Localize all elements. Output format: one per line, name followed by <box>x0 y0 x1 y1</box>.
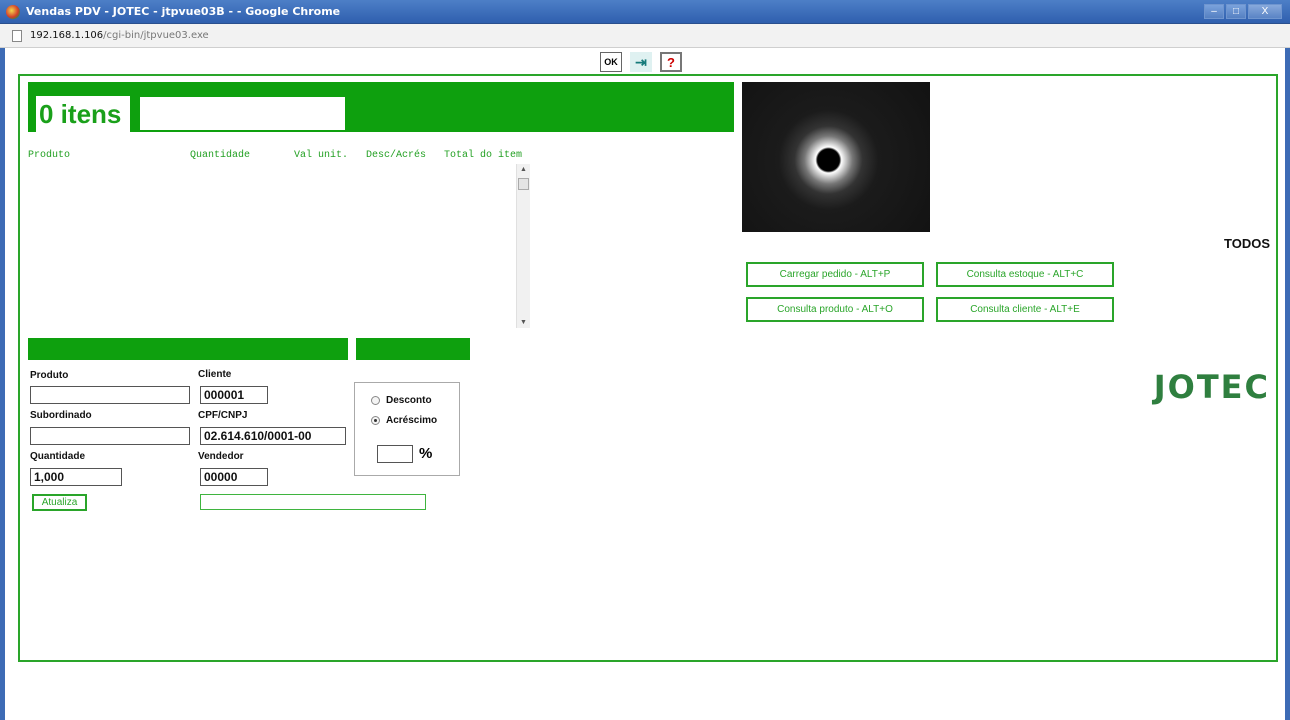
scroll-up-icon[interactable]: ▲ <box>520 166 527 173</box>
window-titlebar: Vendas PDV - JOTEC - jtpvue03B - - Googl… <box>0 0 1290 24</box>
cliente-label: Cliente <box>198 369 232 380</box>
vendedor-input[interactable]: 00000 <box>200 468 268 486</box>
acrescimo-label: Acréscimo <box>386 415 438 426</box>
ok-icon[interactable]: OK <box>600 52 622 72</box>
cpf-cnpj-label: CPF/CNPJ <box>198 410 248 421</box>
cliente-input[interactable]: 000001 <box>200 386 268 404</box>
consulta-estoque-button[interactable]: Consulta estoque - ALT+C <box>936 262 1114 287</box>
produto-input[interactable] <box>30 386 190 404</box>
column-total: Total do item <box>444 150 523 161</box>
cpf-cnpj-input[interactable]: 02.614.610/0001-00 <box>200 427 346 445</box>
subordinado-input[interactable] <box>30 427 190 445</box>
minimize-button[interactable]: – <box>1204 4 1224 19</box>
exit-icon[interactable]: ⇥ <box>630 52 652 72</box>
column-val-unit: Val unit. <box>294 150 349 161</box>
window-controls: – □ X <box>1204 4 1282 19</box>
items-scrollbar[interactable]: ▲ ▼ <box>516 164 530 328</box>
toolbar: OK ⇥ ? <box>600 52 682 72</box>
eclipse-image <box>742 82 930 232</box>
desconto-label: Desconto <box>386 395 432 406</box>
scroll-thumb[interactable] <box>518 178 529 190</box>
address-bar[interactable]: 192.168.1.106/cgi-bin/jtpvue03.exe <box>0 24 1290 48</box>
jotec-logo: JOTEC <box>1153 368 1270 406</box>
acrescimo-radio[interactable] <box>371 416 380 425</box>
main-panel: 0 itens Produto Quantidade Val unit. Des… <box>18 74 1278 662</box>
desconto-option[interactable]: Desconto <box>371 395 432 406</box>
item-description-field <box>140 97 345 130</box>
column-quantidade: Quantidade <box>190 150 251 161</box>
desconto-radio[interactable] <box>371 396 380 405</box>
items-header: 0 itens <box>28 82 734 132</box>
subordinado-label: Subordinado <box>30 410 92 421</box>
chrome-icon <box>6 5 20 19</box>
acrescimo-option[interactable]: Acréscimo <box>371 415 437 426</box>
carregar-pedido-button[interactable]: Carregar pedido - ALT+P <box>746 262 924 287</box>
percent-sign: % <box>419 445 433 462</box>
items-list[interactable] <box>28 164 533 324</box>
url-text[interactable]: 192.168.1.106/cgi-bin/jtpvue03.exe <box>30 30 209 41</box>
consulta-produto-button[interactable]: Consulta produto - ALT+O <box>746 297 924 322</box>
percent-input[interactable] <box>377 445 413 463</box>
vendedor-name-field[interactable] <box>200 494 426 510</box>
window-frame-left <box>0 48 5 720</box>
column-produto: Produto <box>28 150 71 161</box>
atualiza-button[interactable]: Atualiza <box>32 494 87 511</box>
todos-label: TODOS <box>1224 236 1270 251</box>
quantidade-label: Quantidade <box>30 451 86 462</box>
items-count: 0 itens <box>36 96 130 132</box>
subtotal-band <box>356 338 470 360</box>
column-desc-acres: Desc/Acrés <box>366 150 427 161</box>
adjustment-box: Desconto Acréscimo % <box>354 382 460 476</box>
produto-label: Produto <box>30 370 69 381</box>
help-icon[interactable]: ? <box>660 52 682 72</box>
window-frame-right <box>1285 48 1290 720</box>
window-title: Vendas PDV - JOTEC - jtpvue03B - - Googl… <box>26 5 341 18</box>
url-path: /cgi-bin/jtpvue03.exe <box>103 30 209 41</box>
scroll-down-icon[interactable]: ▼ <box>520 319 527 326</box>
maximize-button[interactable]: □ <box>1226 4 1246 19</box>
consulta-cliente-button[interactable]: Consulta cliente - ALT+E <box>936 297 1114 322</box>
close-button[interactable]: X <box>1248 4 1282 19</box>
page-icon <box>12 30 22 42</box>
url-host: 192.168.1.106 <box>30 30 104 41</box>
quantidade-input[interactable]: 1,000 <box>30 468 122 486</box>
total-band <box>28 338 348 360</box>
vendedor-label: Vendedor <box>198 451 244 462</box>
